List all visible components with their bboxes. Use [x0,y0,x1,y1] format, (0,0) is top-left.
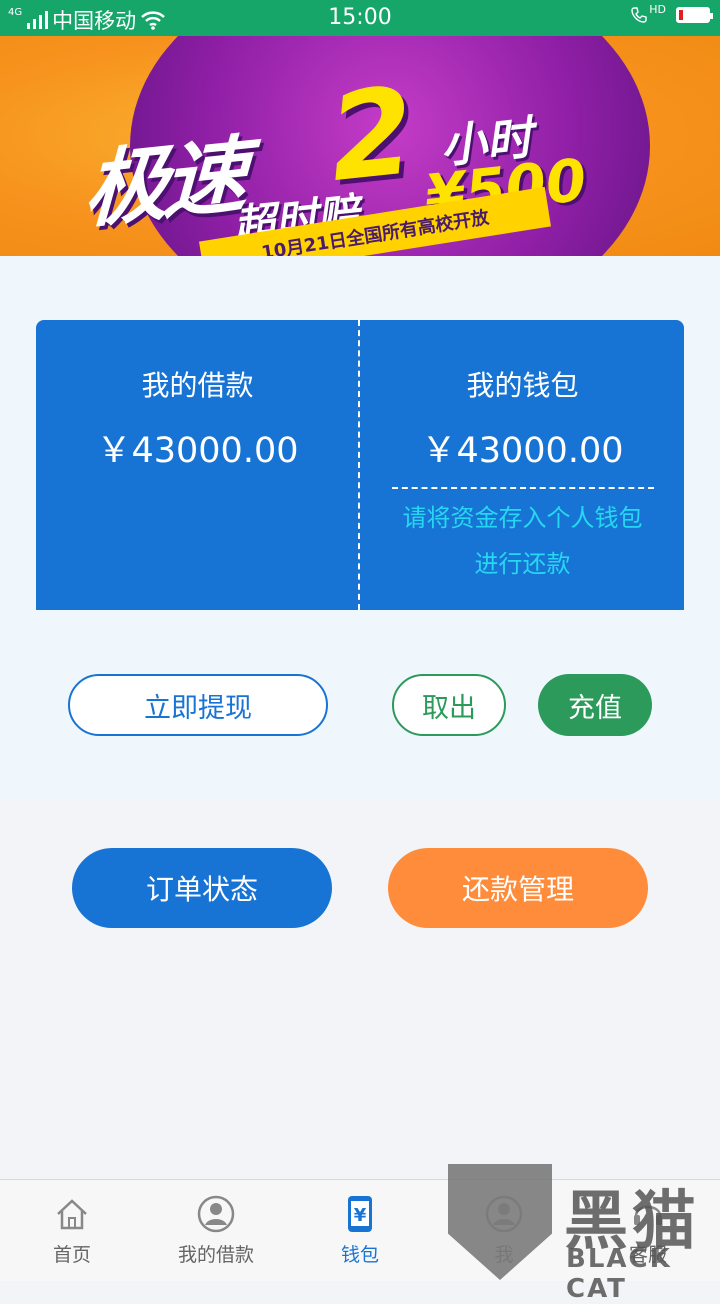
loan-title: 我的借款 [141,369,254,402]
take-out-button[interactable]: 取出 [392,674,506,736]
tab-wallet-label: 钱包 [340,1244,379,1266]
wallet-hint-line1: 请将资金存入个人钱包 [402,504,643,532]
order-status-button[interactable]: 订单状态 [72,848,332,928]
tab-home[interactable]: 首页 [0,1180,144,1281]
home-icon [52,1194,92,1234]
promo-banner[interactable]: 极速 2 小时 超时赔 ¥500 10月21日全国所有高校开放 [0,36,720,256]
withdraw-now-button[interactable]: 立即提现 [68,674,328,736]
wallet-hint-line2: 进行还款 [474,550,571,578]
tab-my-loans-label: 我的借款 [177,1244,254,1266]
wallet-column: 我的钱包 ￥43000.00 请将资金存入个人钱包 进行还款 [361,320,684,610]
status-time: 15:00 [328,5,392,30]
battery-icon [676,7,713,23]
wallet-section: 我的借款 ￥43000.00 我的钱包 ￥43000.00 请将资金存入个人钱包… [0,256,720,800]
balance-card: 我的借款 ￥43000.00 我的钱包 ￥43000.00 请将资金存入个人钱包… [36,320,684,610]
person-circle-icon [196,1194,236,1234]
tab-my-loans[interactable]: 我的借款 [144,1180,288,1281]
watermark-text-en: BLACK CAT [566,1244,672,1304]
loan-amount: ￥43000.00 [96,431,299,471]
wallet-amount: ￥43000.00 [421,431,624,471]
recharge-button[interactable]: 充值 [538,674,652,736]
repay-manage-button[interactable]: 还款管理 [388,848,648,928]
banner-big-text: 极速 [82,126,244,240]
wallet-dashed-line [391,487,654,489]
phone-icon [631,7,647,23]
hd-label: HD [649,2,666,16]
wallet-title: 我的钱包 [466,369,579,402]
svg-text:¥: ¥ [354,1205,367,1226]
wallet-icon: ¥ [340,1194,380,1234]
tab-home-label: 首页 [52,1244,91,1266]
tab-wallet[interactable]: ¥ 钱包 [288,1180,432,1281]
loan-column: 我的借款 ￥43000.00 [36,320,359,610]
status-bar: 4G 中国移动 15:00 HD [0,0,720,36]
blackcat-watermark: 黑猫 BLACK CAT [448,1164,720,1304]
phone-hd-icon: HD [630,2,666,24]
cat-shield-logo [448,1164,552,1280]
status-right: HD [630,2,713,24]
card-divider [358,320,360,610]
